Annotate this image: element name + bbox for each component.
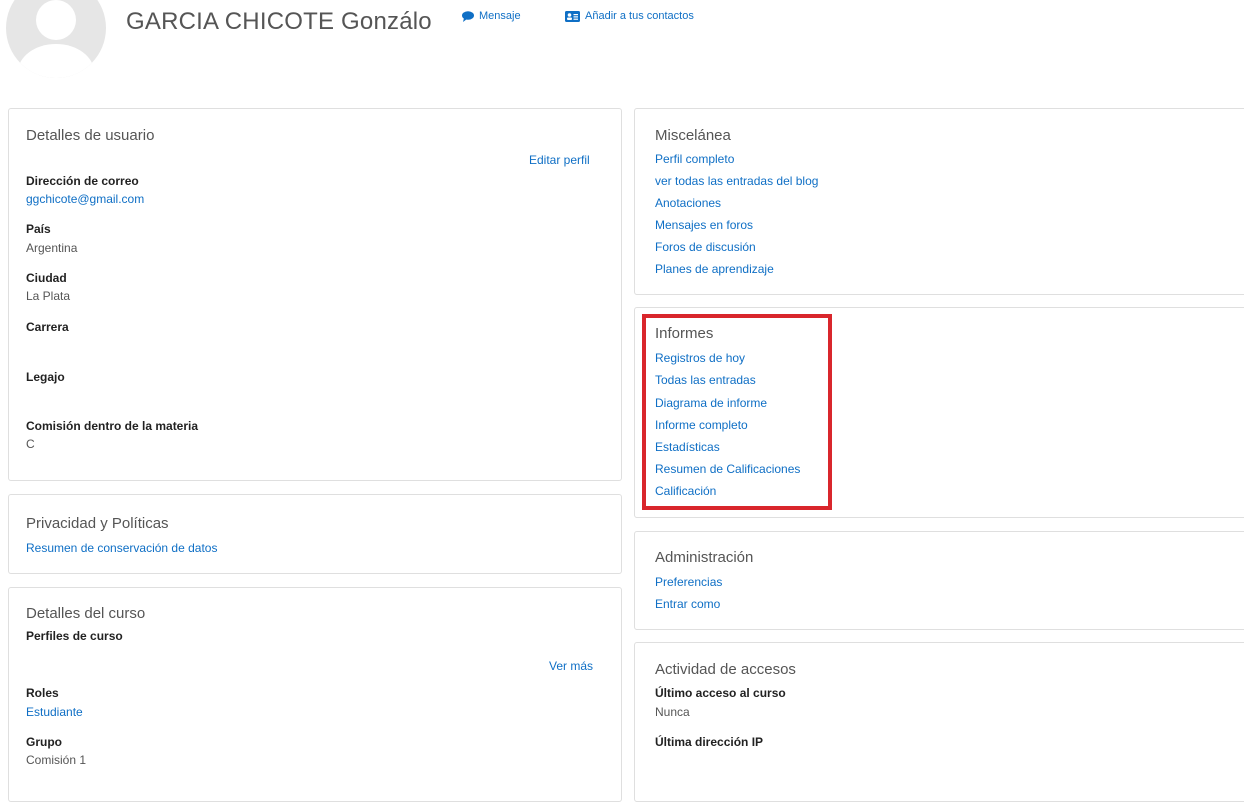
- forum-posts-link[interactable]: Mensajes en foros: [655, 218, 753, 232]
- address-card-icon: [565, 10, 580, 22]
- legajo-label: Legajo: [26, 370, 65, 384]
- user-details-title: Detalles de usuario: [26, 127, 155, 144]
- admin-title: Administración: [655, 549, 754, 566]
- misc-title: Miscelánea: [655, 127, 731, 144]
- today-logs-link[interactable]: Registros de hoy: [655, 351, 745, 365]
- commission-value: C: [26, 437, 35, 451]
- course-profiles-label: Perfiles de curso: [26, 629, 123, 643]
- role-link[interactable]: Estudiante: [26, 705, 83, 719]
- grade-link[interactable]: Calificación: [655, 484, 716, 498]
- group-value: Comisión 1: [26, 753, 87, 767]
- message-button[interactable]: Mensaje: [462, 10, 521, 22]
- page-title: GARCIA CHICOTE Gonzálo: [126, 8, 432, 35]
- statistics-link[interactable]: Estadísticas: [655, 440, 720, 454]
- city-value: La Plata: [26, 289, 71, 303]
- career-label: Carrera: [26, 320, 69, 334]
- admin-card: [634, 531, 1244, 630]
- data-retention-link[interactable]: Resumen de conservación de datos: [26, 541, 217, 555]
- outline-report-link[interactable]: Diagrama de informe: [655, 396, 767, 410]
- notes-link[interactable]: Anotaciones: [655, 196, 721, 210]
- last-course-access-label: Último acceso al curso: [655, 686, 786, 700]
- full-profile-link[interactable]: Perfil completo: [655, 152, 734, 166]
- roles-label: Roles: [26, 686, 59, 700]
- email-link[interactable]: ggchicote@gmail.com: [26, 192, 144, 206]
- country-value: Argentina: [26, 241, 78, 255]
- all-logs-link[interactable]: Todas las entradas: [655, 373, 756, 387]
- reports-title: Informes: [655, 325, 714, 342]
- last-ip-label: Última dirección IP: [655, 735, 764, 749]
- city-label: Ciudad: [26, 271, 67, 285]
- highlight-box: [642, 314, 832, 510]
- forum-discussions-link[interactable]: Foros de discusión: [655, 240, 756, 254]
- learning-plans-link[interactable]: Planes de aprendizaje: [655, 262, 774, 276]
- login-as-link[interactable]: Entrar como: [655, 597, 720, 611]
- last-course-access-value: Nunca: [655, 705, 690, 719]
- blog-entries-link[interactable]: ver todas las entradas del blog: [655, 174, 818, 188]
- privacy-title: Privacidad y Políticas: [26, 515, 169, 532]
- access-title: Actividad de accesos: [655, 661, 796, 678]
- email-label: Dirección de correo: [26, 174, 139, 188]
- see-more-link[interactable]: Ver más: [549, 659, 593, 673]
- message-label: Mensaje: [479, 10, 521, 22]
- course-details-title: Detalles del curso: [26, 605, 146, 622]
- group-label: Grupo: [26, 735, 62, 749]
- add-contact-button[interactable]: Añadir a tus contactos: [565, 10, 694, 22]
- avatar-head: [36, 0, 76, 40]
- complete-report-link[interactable]: Informe completo: [655, 418, 748, 432]
- avatar-body: [18, 44, 94, 78]
- grades-overview-link[interactable]: Resumen de Calificaciones: [655, 462, 800, 476]
- add-contact-label: Añadir a tus contactos: [585, 10, 694, 22]
- commission-label: Comisión dentro de la materia: [26, 419, 199, 433]
- preferences-link[interactable]: Preferencias: [655, 575, 722, 589]
- country-label: País: [26, 222, 51, 236]
- chat-bubble-icon: [462, 10, 474, 22]
- privacy-card: [8, 494, 622, 574]
- avatar: [6, 0, 106, 78]
- edit-profile-link[interactable]: Editar perfil: [529, 153, 590, 167]
